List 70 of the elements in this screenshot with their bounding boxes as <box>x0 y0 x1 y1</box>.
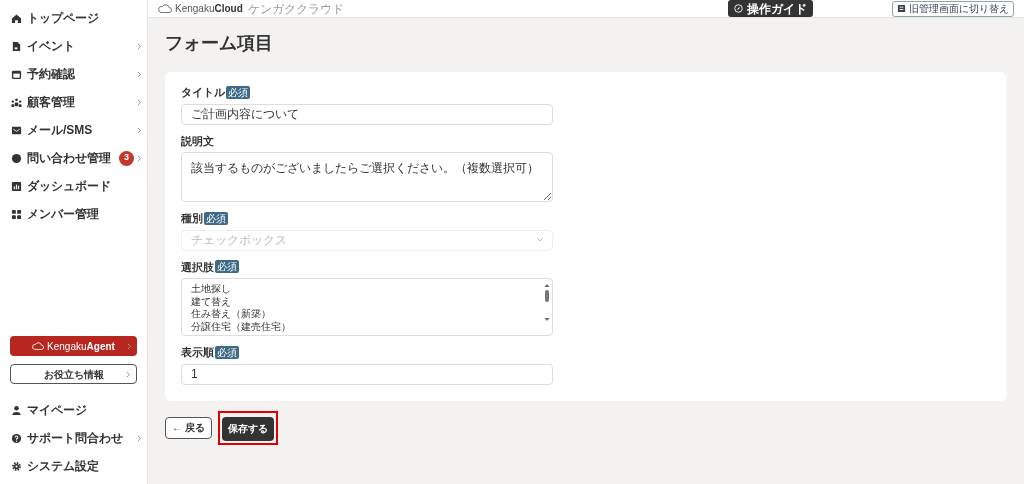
cloud-icon <box>32 342 45 350</box>
text-field[interactable]: ご計画内容について <box>181 103 553 125</box>
sidebar-label: ダッシュボード <box>27 178 111 195</box>
sidebar-label: サポート問合わせ <box>27 430 123 447</box>
field-label: 選択肢 <box>181 259 214 275</box>
compass-icon <box>734 4 743 13</box>
sidebar-item[interactable]: マイページ <box>0 396 147 424</box>
sidebar-label: システム設定 <box>27 458 99 475</box>
sidebar-item[interactable]: 顧客管理 <box>0 88 147 116</box>
document-icon <box>11 40 22 52</box>
people-icon <box>11 96 22 108</box>
sidebar-item[interactable]: イベント <box>0 32 147 60</box>
settings-icon <box>11 460 22 472</box>
chart-icon <box>11 180 22 192</box>
help-icon <box>11 432 22 444</box>
cloud-icon <box>158 4 172 13</box>
circle-icon <box>11 152 22 164</box>
chevron-icon <box>127 342 132 350</box>
required-badge: 必須 <box>226 85 250 99</box>
document-icon <box>897 4 906 13</box>
chevron-down-icon <box>537 238 543 242</box>
switch-button[interactable]: 旧管理画面に切り替え <box>892 0 1014 17</box>
home-icon <box>11 12 22 24</box>
sidebar-label: マイページ <box>27 402 87 419</box>
save-button[interactable]: 保存する <box>221 416 274 441</box>
description-textarea[interactable]: 該当するものがございましたらご選択ください。（複数選択可） <box>181 152 553 202</box>
sidebar-item[interactable]: トップページ <box>0 4 147 32</box>
sidebar-label: イベント <box>27 38 75 55</box>
sidebar-label: 問い合わせ管理 <box>27 150 111 167</box>
sidebar-item[interactable]: 問い合わせ管理 3 <box>0 144 147 172</box>
text-field[interactable]: 1 <box>181 363 553 385</box>
chevron-icon <box>137 42 142 50</box>
required-badge: 必須 <box>204 211 228 225</box>
field-label: 種別 <box>181 211 203 226</box>
guide-button[interactable]: 操作ガイド <box>728 0 813 17</box>
sidebar-label: メール/SMS <box>27 122 93 139</box>
chevron-icon <box>137 70 142 78</box>
sidebar-item[interactable]: サポート問合わせ <box>0 424 147 452</box>
mail-icon <box>11 124 22 136</box>
field-label: タイトル <box>181 85 225 100</box>
sidebar-item[interactable]: 予約確認 <box>0 60 147 88</box>
logo-tagline: ケンガククラウド <box>247 0 344 18</box>
sidebar-label: 予約確認 <box>27 66 75 83</box>
sidebar-item[interactable]: システム設定 <box>0 452 147 480</box>
calendar-icon <box>11 68 22 80</box>
scrollbar <box>544 283 550 323</box>
page-title: フォーム項目 <box>165 32 273 55</box>
sidebar-item[interactable]: メール/SMS <box>0 116 147 144</box>
info-button[interactable]: お役立ち情報 <box>10 364 137 384</box>
chevron-icon <box>137 126 142 134</box>
chevron-icon <box>137 434 142 442</box>
back-button[interactable]: ← 戻る <box>165 416 212 439</box>
grid-icon <box>11 208 22 220</box>
user-icon <box>11 404 22 416</box>
sidebar-item[interactable]: メンバー管理 <box>0 200 147 228</box>
sidebar-item[interactable]: ダッシュボード <box>0 172 147 200</box>
sidebar-label: メンバー管理 <box>27 206 99 223</box>
agent-button[interactable]: KengakuAgent <box>10 336 137 356</box>
required-badge: 必須 <box>215 260 239 274</box>
count-badge: 3 <box>119 150 134 166</box>
sidebar-label: 顧客管理 <box>27 94 75 111</box>
logo-text: KengakuCloud <box>175 2 243 16</box>
field-label: 説明文 <box>181 133 214 149</box>
field-label: 表示順 <box>181 345 214 360</box>
required-badge: 必須 <box>215 345 239 359</box>
chevron-icon <box>137 154 142 162</box>
chevron-icon <box>137 98 142 106</box>
chevron-icon <box>126 370 131 378</box>
sidebar-label: トップページ <box>27 10 99 27</box>
choices-textarea[interactable]: 土地探し 建て替え 住み替え（新築） 分譲住宅（建売住宅） <box>181 278 553 336</box>
